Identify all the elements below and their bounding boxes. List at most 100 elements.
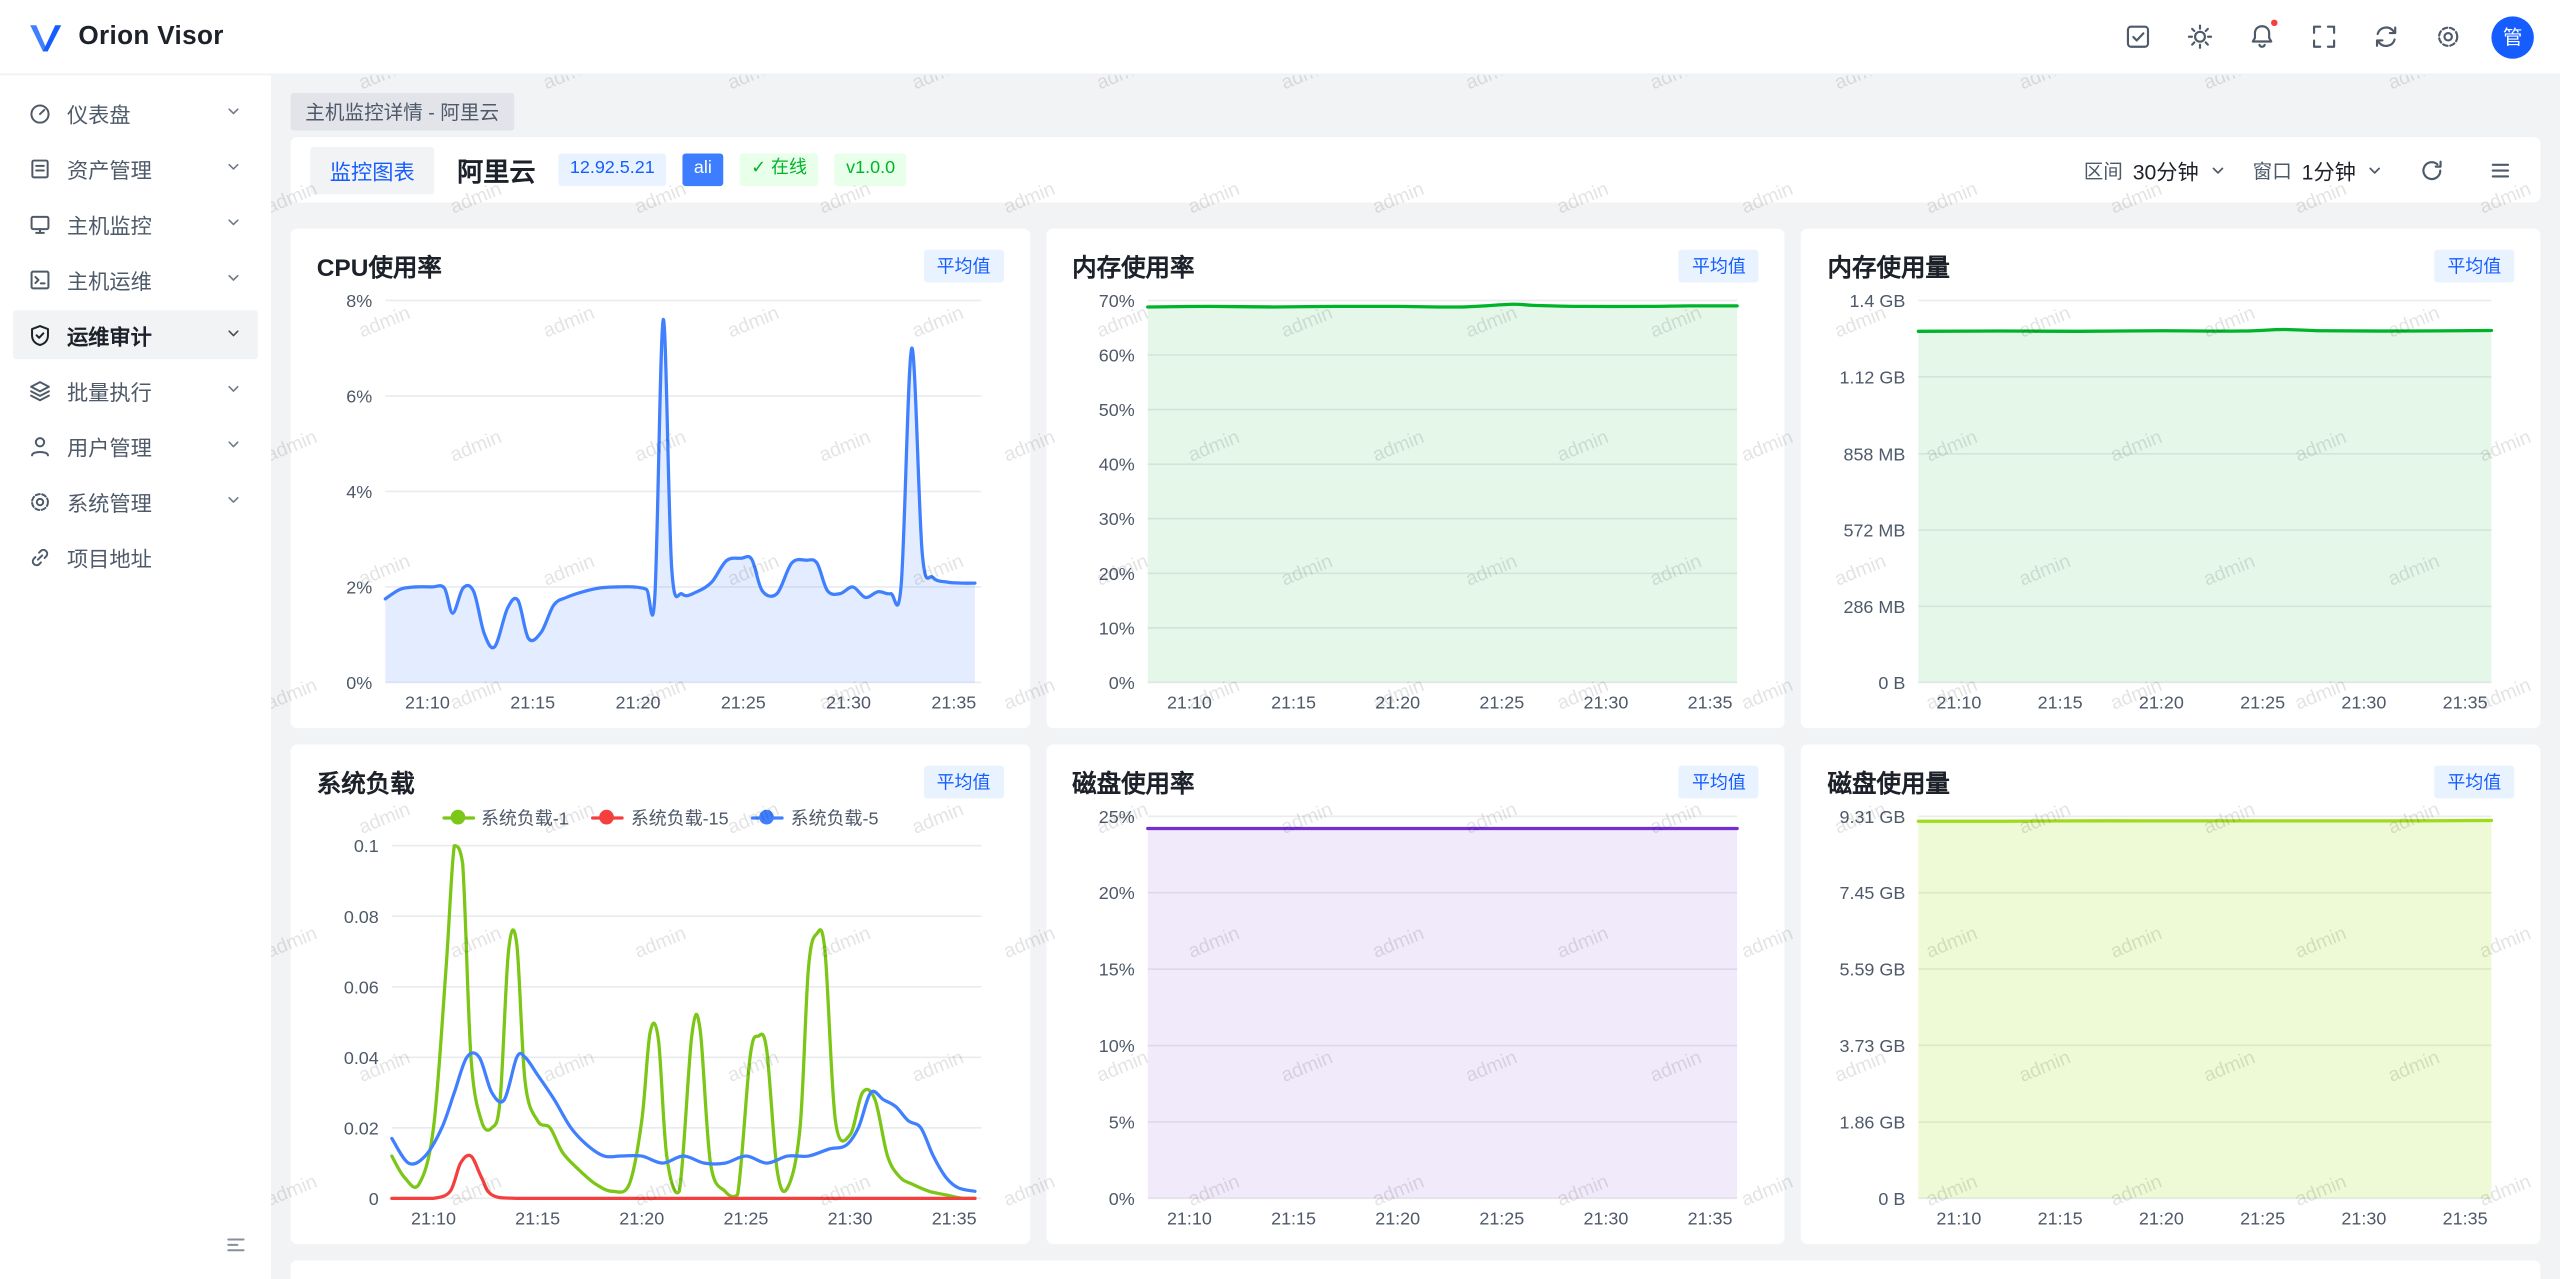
sidebar-item-host-monitor[interactable]: 主机监控 [13, 199, 258, 248]
monitor-icon [28, 211, 52, 235]
svg-text:21:35: 21:35 [932, 1208, 977, 1228]
refresh-charts-button[interactable] [2410, 149, 2452, 191]
refresh-icon [2419, 158, 2443, 182]
chevron-down-icon [2366, 161, 2384, 179]
svg-text:21:10: 21:10 [411, 1208, 456, 1228]
svg-text:2%: 2% [346, 577, 372, 597]
svg-text:0%: 0% [346, 673, 372, 693]
svg-text:0.04: 0.04 [344, 1048, 379, 1068]
svg-text:1.4 GB: 1.4 GB [1850, 291, 1906, 311]
svg-text:0.02: 0.02 [344, 1118, 379, 1138]
interval-select[interactable]: 区间 30分钟 [2084, 154, 2227, 185]
theme-toggle-button[interactable] [2175, 12, 2224, 61]
svg-text:21:15: 21:15 [2038, 1208, 2083, 1228]
chevron-down-icon [224, 100, 244, 124]
svg-text:21:35: 21:35 [2443, 1208, 2488, 1228]
svg-text:20%: 20% [1098, 883, 1134, 903]
svg-text:0.08: 0.08 [344, 907, 379, 927]
legend-item[interactable]: 系统负载-5 [751, 805, 878, 831]
fullscreen-icon [2309, 23, 2337, 51]
sidebar-item-user-mgmt[interactable]: 用户管理 [13, 421, 258, 470]
svg-text:1.86 GB: 1.86 GB [1840, 1113, 1906, 1133]
app-title: Orion Visor [78, 22, 223, 51]
svg-text:21:15: 21:15 [515, 1208, 560, 1228]
svg-text:9.31 GB: 9.31 GB [1840, 807, 1906, 827]
interval-value: 30分钟 [2133, 154, 2199, 185]
legend-marker [592, 810, 625, 826]
sidebar-item-ops-audit[interactable]: 运维审计 [13, 310, 258, 359]
window-select[interactable]: 窗口 1分钟 [2253, 154, 2384, 185]
reload-button[interactable] [2361, 12, 2410, 61]
legend-item[interactable]: 系统负载-1 [442, 805, 569, 831]
avg-badge: 平均值 [2434, 766, 2514, 799]
sidebar-item-system-mgmt[interactable]: 系统管理 [13, 477, 258, 526]
avg-badge: 平均值 [2434, 250, 2514, 283]
svg-text:21:30: 21:30 [826, 693, 871, 713]
chart-plot[interactable]: 0 B286 MB572 MB858 MB1.12 GB1.4 GB21:102… [1827, 287, 2514, 718]
assets-icon [28, 156, 52, 180]
svg-text:572 MB: 572 MB [1844, 521, 1906, 541]
svg-text:21:30: 21:30 [2342, 1208, 2387, 1228]
fullscreen-button[interactable] [2299, 12, 2348, 61]
host-toolbar: 监控图表 阿里云 12.92.5.21 ali ✓在线 v1.0.0 区间 30… [291, 137, 2541, 202]
svg-text:21:25: 21:25 [2241, 693, 2286, 713]
tab-monitor-charts[interactable]: 监控图表 [310, 146, 434, 193]
svg-text:21:20: 21:20 [616, 693, 661, 713]
collapse-sidebar-button[interactable] [216, 1224, 255, 1263]
chevron-down-icon [224, 156, 244, 180]
notifications-button[interactable] [2237, 12, 2286, 61]
chart-title: 内存使用率 [1072, 249, 1194, 283]
system-gear-icon [28, 489, 52, 513]
chart-svg: 0 B286 MB572 MB858 MB1.12 GB1.4 GB21:102… [1827, 287, 2514, 718]
avatar[interactable]: 管 [2491, 16, 2533, 58]
legend-marker [751, 810, 784, 826]
chart-svg: 00.020.040.060.080.121:1021:1521:2021:25… [317, 833, 1004, 1235]
chart-plot[interactable]: 0%2%4%6%8%21:1021:1521:2021:2521:3021:35 [317, 287, 1004, 718]
sidebar-item-dashboard[interactable]: 仪表盘 [13, 88, 258, 137]
chevron-down-icon [224, 322, 244, 346]
chart-svg: 0%2%4%6%8%21:1021:1521:2021:2521:3021:35 [317, 287, 1004, 718]
audit-shield-icon [28, 322, 52, 346]
chart-list-button[interactable] [2478, 149, 2520, 191]
chart-card-disk-usage: 磁盘使用量平均值 0 B1.86 GB3.73 GB5.59 GB7.45 GB… [1801, 744, 2540, 1244]
users-icon [28, 433, 52, 457]
chart-title: 内存使用量 [1827, 249, 1949, 283]
chart-plot[interactable]: 0 B1.86 GB3.73 GB5.59 GB7.45 GB9.31 GB21… [1827, 803, 2514, 1234]
host-ip-tag: 12.92.5.21 [558, 154, 666, 187]
app-root: Orion Visor [0, 0, 2560, 1279]
sidebar-item-label: 用户管理 [67, 430, 209, 461]
notification-dot [2269, 17, 2279, 27]
collapse-menu-icon [223, 1232, 247, 1256]
sidebar-item-host-ops[interactable]: 主机运维 [13, 255, 258, 304]
settings-button[interactable] [2423, 12, 2472, 61]
chart-plot[interactable]: 0%5%10%15%20%25%21:1021:1521:2021:2521:3… [1072, 803, 1759, 1234]
chart-card-system-load: 系统负载平均值 系统负载-1系统负载-15系统负载-5 00.020.040.0… [291, 744, 1030, 1244]
chart-card-cpu-usage: CPU使用率平均值 0%2%4%6%8%21:1021:1521:2021:25… [291, 229, 1030, 729]
breadcrumb-chip[interactable]: 主机监控详情 - 阿里云 [291, 92, 514, 130]
host-code-tag: ali [683, 154, 724, 187]
chevron-down-icon [224, 433, 244, 457]
chart-plot[interactable]: 0%10%20%30%40%50%60%70%21:1021:1521:2021… [1072, 287, 1759, 718]
sidebar: 仪表盘 资产管理 主机监控 主机运维 运维审计 [0, 75, 271, 1279]
svg-text:21:20: 21:20 [1375, 693, 1420, 713]
chevron-down-icon [224, 489, 244, 513]
legend-item[interactable]: 系统负载-15 [592, 805, 729, 831]
svg-text:0%: 0% [1108, 1189, 1134, 1209]
svg-text:0.06: 0.06 [344, 977, 379, 997]
sidebar-item-project-url[interactable]: 项目地址 [13, 532, 258, 581]
svg-text:10%: 10% [1098, 618, 1134, 638]
legend-label: 系统负载-15 [631, 805, 729, 831]
top-header: Orion Visor [0, 0, 2560, 75]
chart-plot[interactable]: 00.020.040.060.080.121:1021:1521:2021:25… [317, 833, 1004, 1235]
chart-svg: 0%10%20%30%40%50%60%70%21:1021:1521:2021… [1072, 287, 1759, 718]
svg-text:21:20: 21:20 [619, 1208, 664, 1228]
sidebar-item-label: 主机运维 [67, 264, 209, 295]
svg-text:21:25: 21:25 [2241, 1208, 2286, 1228]
breadcrumb: 主机监控详情 - 阿里云 [291, 85, 2541, 137]
list-icon [2487, 158, 2511, 182]
todo-button[interactable] [2113, 12, 2162, 61]
sidebar-item-batch-exec[interactable]: 批量执行 [13, 366, 258, 415]
settings-gear-icon [2433, 23, 2461, 51]
sidebar-item-assets[interactable]: 资产管理 [13, 144, 258, 193]
theme-sun-icon [2185, 23, 2213, 51]
